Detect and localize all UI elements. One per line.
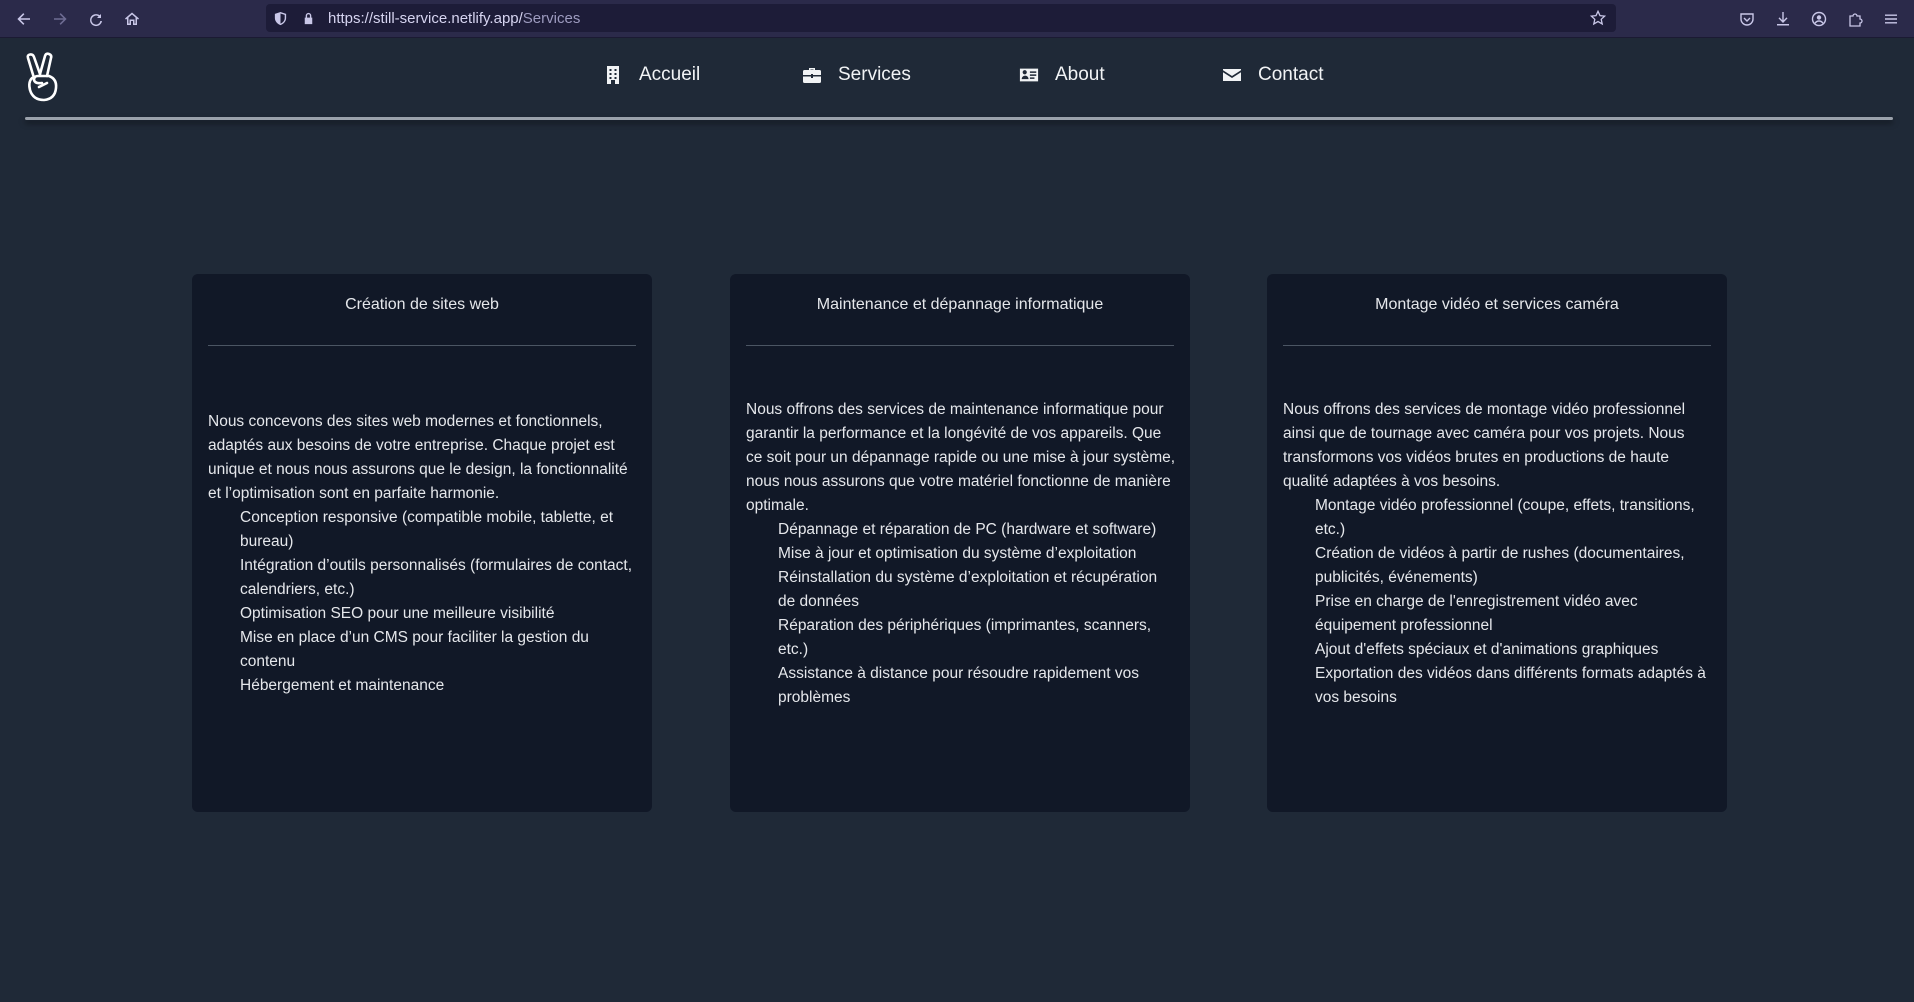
feature-list: Montage vidéo professionnel (coupe, effe… (1283, 494, 1713, 710)
list-item: Mise en place d’un CMS pour faciliter la… (240, 629, 589, 670)
envelope-icon (1223, 69, 1241, 81)
service-card-maintenance: Maintenance et dépannage informatique No… (730, 274, 1190, 812)
header-divider (25, 117, 1893, 120)
reload-icon[interactable] (78, 1, 114, 37)
site-header: Accueil Services About Contact (0, 38, 1914, 120)
card-title: Montage vidéo et services caméra (1375, 296, 1619, 313)
home-icon[interactable] (114, 1, 150, 37)
building-icon (607, 66, 619, 84)
id-card-icon (1019, 68, 1039, 82)
list-item: Mise à jour et optimisation du système d… (778, 545, 1137, 562)
service-card-video: Montage vidéo et services caméra Nous of… (1267, 274, 1727, 812)
card-body: Nous concevons des sites web modernes et… (208, 410, 638, 698)
card-intro: Nous concevons des sites web modernes et… (208, 413, 628, 502)
card-divider (746, 345, 1174, 346)
card-body: Nous offrons des services de maintenance… (746, 398, 1176, 710)
browser-toolbar: https://still-service.netlify.app/Servic… (0, 0, 1914, 38)
nav-item-label: Accueil (639, 64, 701, 85)
feature-list: Conception responsive (compatible mobile… (208, 506, 638, 698)
main-nav: Accueil Services About Contact (0, 38, 1914, 118)
bookmark-star-icon[interactable] (1589, 9, 1607, 30)
nav-item-services[interactable]: Services (802, 64, 911, 86)
card-intro: Nous offrons des services de maintenance… (746, 401, 1176, 514)
list-item: Montage vidéo professionnel (coupe, effe… (1315, 497, 1695, 538)
browser-tools (1732, 0, 1914, 38)
nav-item-accueil[interactable]: Accueil (603, 64, 700, 86)
card-divider (1283, 345, 1711, 346)
lock-icon[interactable] (294, 11, 322, 26)
download-icon[interactable] (1768, 4, 1798, 34)
list-item: Intégration d’outils personnalisés (form… (240, 557, 633, 598)
card-intro: Nous offrons des services de montage vid… (1283, 401, 1686, 490)
url-host: https://still-service.netlify.app/ (328, 9, 523, 27)
address-bar[interactable]: https://still-service.netlify.app/Servic… (266, 4, 1616, 32)
nav-item-about[interactable]: About (1019, 64, 1105, 86)
list-item: Ajout d'effets spéciaux et d'animations … (1315, 641, 1659, 658)
toolbox-icon (803, 68, 821, 83)
pocket-icon[interactable] (1732, 4, 1762, 34)
nav-item-label: Contact (1258, 64, 1324, 85)
account-icon[interactable] (1804, 4, 1834, 34)
extensions-icon[interactable] (1840, 4, 1870, 34)
list-item: Conception responsive (compatible mobile… (240, 509, 614, 550)
service-card-web: Création de sites web Nous concevons des… (192, 274, 652, 812)
url-text[interactable]: https://still-service.netlify.app/Servic… (328, 10, 580, 27)
list-item: Réinstallation du système d’exploitation… (778, 569, 1158, 610)
nav-item-label: Services (838, 64, 911, 85)
nav-item-label: About (1055, 64, 1105, 85)
list-item: Assistance à distance pour résoudre rapi… (778, 665, 1140, 706)
menu-icon[interactable] (1876, 4, 1906, 34)
list-item: Optimisation SEO pour une meilleure visi… (240, 605, 555, 622)
card-title: Création de sites web (345, 296, 499, 313)
url-path: Services (522, 9, 581, 27)
card-divider (208, 345, 636, 346)
list-item: Réparation des périphériques (imprimante… (778, 617, 1152, 658)
shield-icon[interactable] (266, 11, 294, 26)
forward-icon[interactable] (42, 1, 78, 37)
nav-item-contact[interactable]: Contact (1222, 64, 1323, 86)
card-title: Maintenance et dépannage informatique (816, 296, 1104, 313)
list-item: Hébergement et maintenance (240, 677, 445, 694)
card-body: Nous offrons des services de montage vid… (1283, 398, 1713, 710)
list-item: Exportation des vidéos dans différents f… (1315, 665, 1706, 706)
feature-list: Dépannage et réparation de PC (hardware … (746, 518, 1176, 710)
list-item: Dépannage et réparation de PC (hardware … (778, 521, 1157, 538)
back-icon[interactable] (6, 1, 42, 37)
list-item: Prise en charge de l'enregistrement vidé… (1315, 593, 1638, 634)
list-item: Création de vidéos à partir de rushes (d… (1315, 545, 1685, 586)
